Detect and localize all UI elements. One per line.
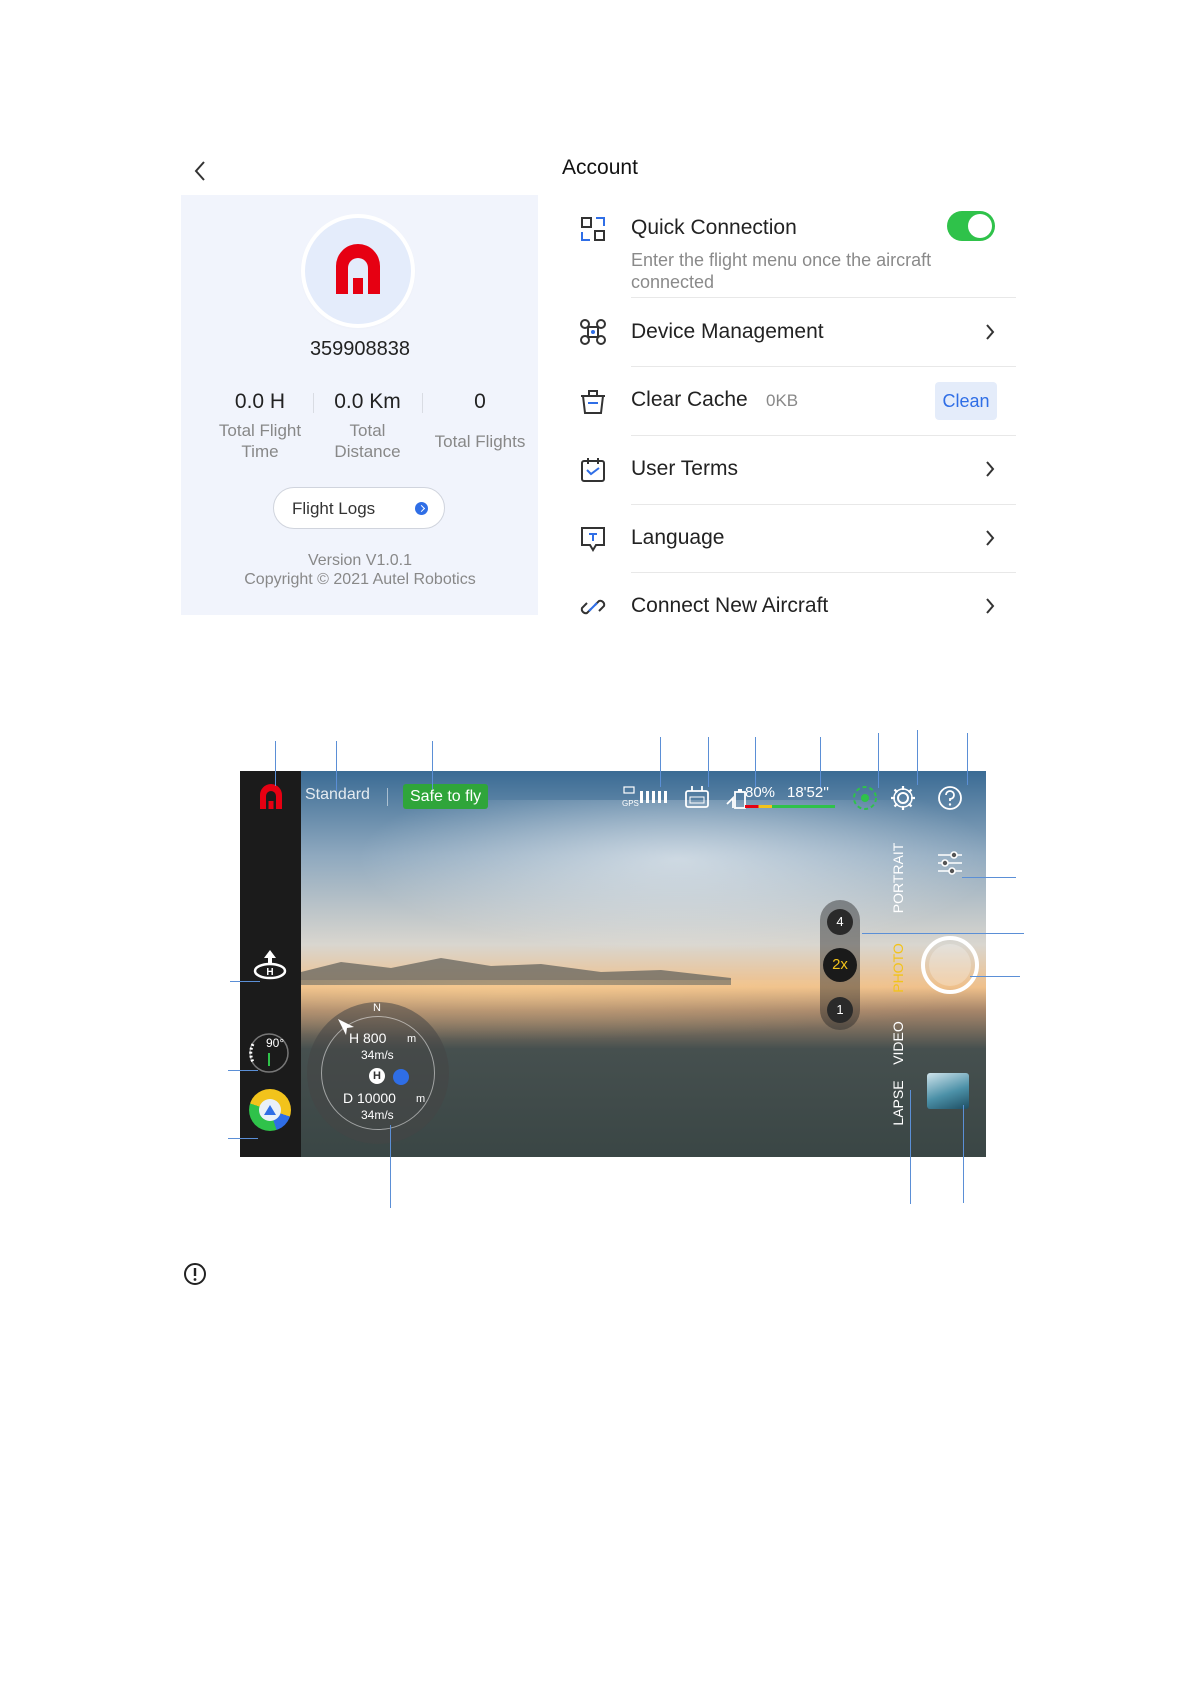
zoom-4x-button[interactable]: 4: [827, 909, 853, 935]
gps-signal[interactable]: GPS: [622, 785, 668, 809]
quick-connection-title: Quick Connection: [631, 216, 797, 239]
page-title: Account: [562, 156, 638, 179]
height-value: H 800: [349, 1030, 387, 1046]
callout-line: [862, 933, 1024, 934]
takeoff-icon: H: [253, 950, 287, 980]
zoom-2x-button[interactable]: 2x: [823, 948, 857, 982]
autel-logo-icon: [260, 784, 282, 809]
distance-unit: m: [416, 1093, 426, 1105]
home-button[interactable]: [257, 783, 285, 811]
calendar-icon: [578, 455, 608, 485]
vertical-speed: 34m/s: [361, 1048, 394, 1062]
chevron-right-icon: [984, 528, 996, 548]
remote-signal-icon[interactable]: [682, 783, 712, 813]
callout-line: [390, 1125, 391, 1208]
flight-status-badge[interactable]: Safe to fly: [403, 784, 489, 809]
chevron-left-icon: [194, 161, 205, 181]
callout-line: [970, 976, 1020, 977]
mode-photo[interactable]: PHOTO: [890, 928, 906, 1008]
gps-label: GPS: [622, 799, 639, 808]
chevron-right-icon: [984, 596, 996, 616]
home-point-icon: H: [369, 1068, 385, 1084]
clear-cache-title: Clear Cache: [631, 388, 748, 411]
callout-line: [275, 741, 276, 786]
callout-line: [910, 1090, 911, 1204]
trash-icon: [578, 386, 608, 416]
callout-line: [228, 1138, 258, 1139]
clouds: [301, 800, 986, 970]
autel-logo-icon: [336, 244, 380, 294]
callout-line: [967, 733, 968, 785]
aircraft-position-icon: [264, 1105, 276, 1115]
zoom-1x-button[interactable]: 1: [827, 997, 853, 1023]
gimbal-attitude-indicator[interactable]: 90°: [248, 1032, 290, 1074]
mode-portrait[interactable]: PORTRAIT: [890, 838, 906, 918]
quick-connection-toggle[interactable]: [947, 211, 995, 241]
takeoff-button[interactable]: H: [252, 948, 288, 980]
chevron-right-icon: [984, 459, 996, 479]
callout-line: [660, 737, 661, 787]
clean-button[interactable]: Clean: [935, 382, 997, 420]
quick-connection-description: Enter the flight menu once the aircraft c…: [631, 250, 932, 292]
distance-value: D 10000: [343, 1090, 396, 1106]
flights-value: 0: [474, 390, 486, 413]
menu-item-connect-new-aircraft[interactable]: Connect New Aircraft: [0, 574, 1191, 640]
menu-item-user-terms[interactable]: User Terms: [0, 437, 1191, 503]
shutter-button[interactable]: [921, 936, 979, 994]
callout-line: [963, 1105, 964, 1203]
cache-size: 0KB: [766, 391, 799, 410]
callout-line: [432, 741, 433, 789]
camera-settings-icon[interactable]: [935, 848, 965, 878]
menu-item-device-management[interactable]: Device Management: [0, 300, 1191, 366]
callout-line: [917, 730, 918, 785]
back-button[interactable]: [190, 156, 212, 186]
link-icon: [578, 592, 608, 622]
menu-item-label: User Terms: [631, 457, 738, 480]
callout-line: [336, 741, 337, 791]
svg-text:H: H: [266, 967, 273, 978]
callout-line: [228, 1070, 258, 1071]
gallery-thumbnail[interactable]: [927, 1073, 969, 1109]
drone-icon: [578, 317, 608, 347]
obstacle-avoidance-icon[interactable]: [850, 783, 880, 813]
menu-item-language[interactable]: Language: [0, 506, 1191, 572]
menu-item-label: Device Management: [631, 320, 824, 343]
callout-line: [820, 737, 821, 787]
callout-line: [878, 733, 879, 788]
horizontal-speed: 34m/s: [361, 1108, 394, 1122]
gear-icon[interactable]: [888, 783, 918, 813]
translate-icon: [578, 524, 608, 554]
chevron-right-icon: [984, 322, 996, 342]
divider: [631, 435, 1016, 436]
callout-line: [230, 981, 260, 982]
mode-lapse[interactable]: LAPSE: [890, 1063, 906, 1143]
mini-map[interactable]: [249, 1089, 291, 1131]
callout-line: [962, 877, 1016, 878]
divider: [631, 504, 1016, 505]
menu-item-label: Connect New Aircraft: [631, 594, 829, 617]
help-icon[interactable]: [935, 783, 965, 813]
divider: [631, 366, 1016, 367]
pilot-location-icon: [393, 1069, 409, 1085]
menu-item-label: Language: [631, 526, 725, 549]
divider: [387, 788, 388, 806]
divider: [631, 297, 1016, 298]
battery-bar: [745, 805, 835, 808]
remaining-flight-time: 18'52'': [787, 784, 829, 801]
distance-value: 0.0 Km: [334, 390, 401, 413]
attitude-radar[interactable]: N H 800 m 34m/s H D 10000 m 34m/s: [307, 1002, 449, 1144]
callout-line: [708, 737, 709, 787]
quick-connect-icon: [578, 214, 608, 244]
battery-percent: 80%: [745, 784, 776, 801]
north-indicator: N: [373, 1002, 381, 1014]
gimbal-angle: 90°: [266, 1036, 285, 1050]
flight-mode[interactable]: Standard: [305, 786, 370, 804]
height-unit: m: [407, 1033, 417, 1045]
divider: [631, 572, 1016, 573]
warning-icon: [183, 1262, 207, 1286]
callout-line: [755, 737, 756, 787]
